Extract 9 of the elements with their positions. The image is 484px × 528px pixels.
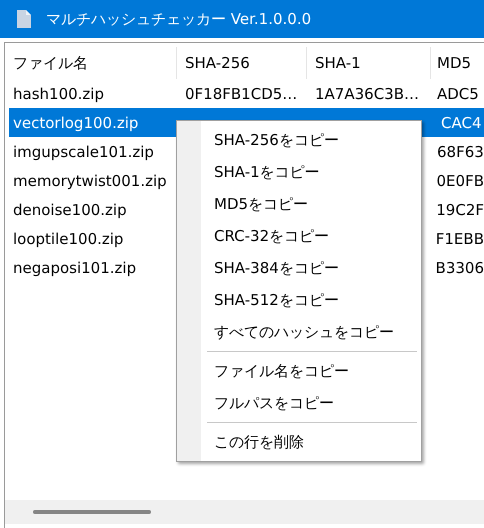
hash-cell: 1A7A36C3B… — [315, 84, 420, 102]
window-title: マルチハッシュチェッカー Ver.1.0.0.0 — [46, 10, 312, 28]
file-name-cell-text: vectorlog100.zip — [12, 114, 140, 132]
hash-cell: CAC4 — [441, 114, 482, 132]
hash-cell: 68F63 — [437, 142, 484, 160]
hash-cell: ADC5 — [437, 84, 479, 102]
file-name-cell-text: hash100.zip — [12, 84, 105, 102]
hash-cell: 0F18FB1CD5… — [185, 84, 298, 102]
file-name-cell-text: imgupscale101.zip — [12, 142, 155, 160]
